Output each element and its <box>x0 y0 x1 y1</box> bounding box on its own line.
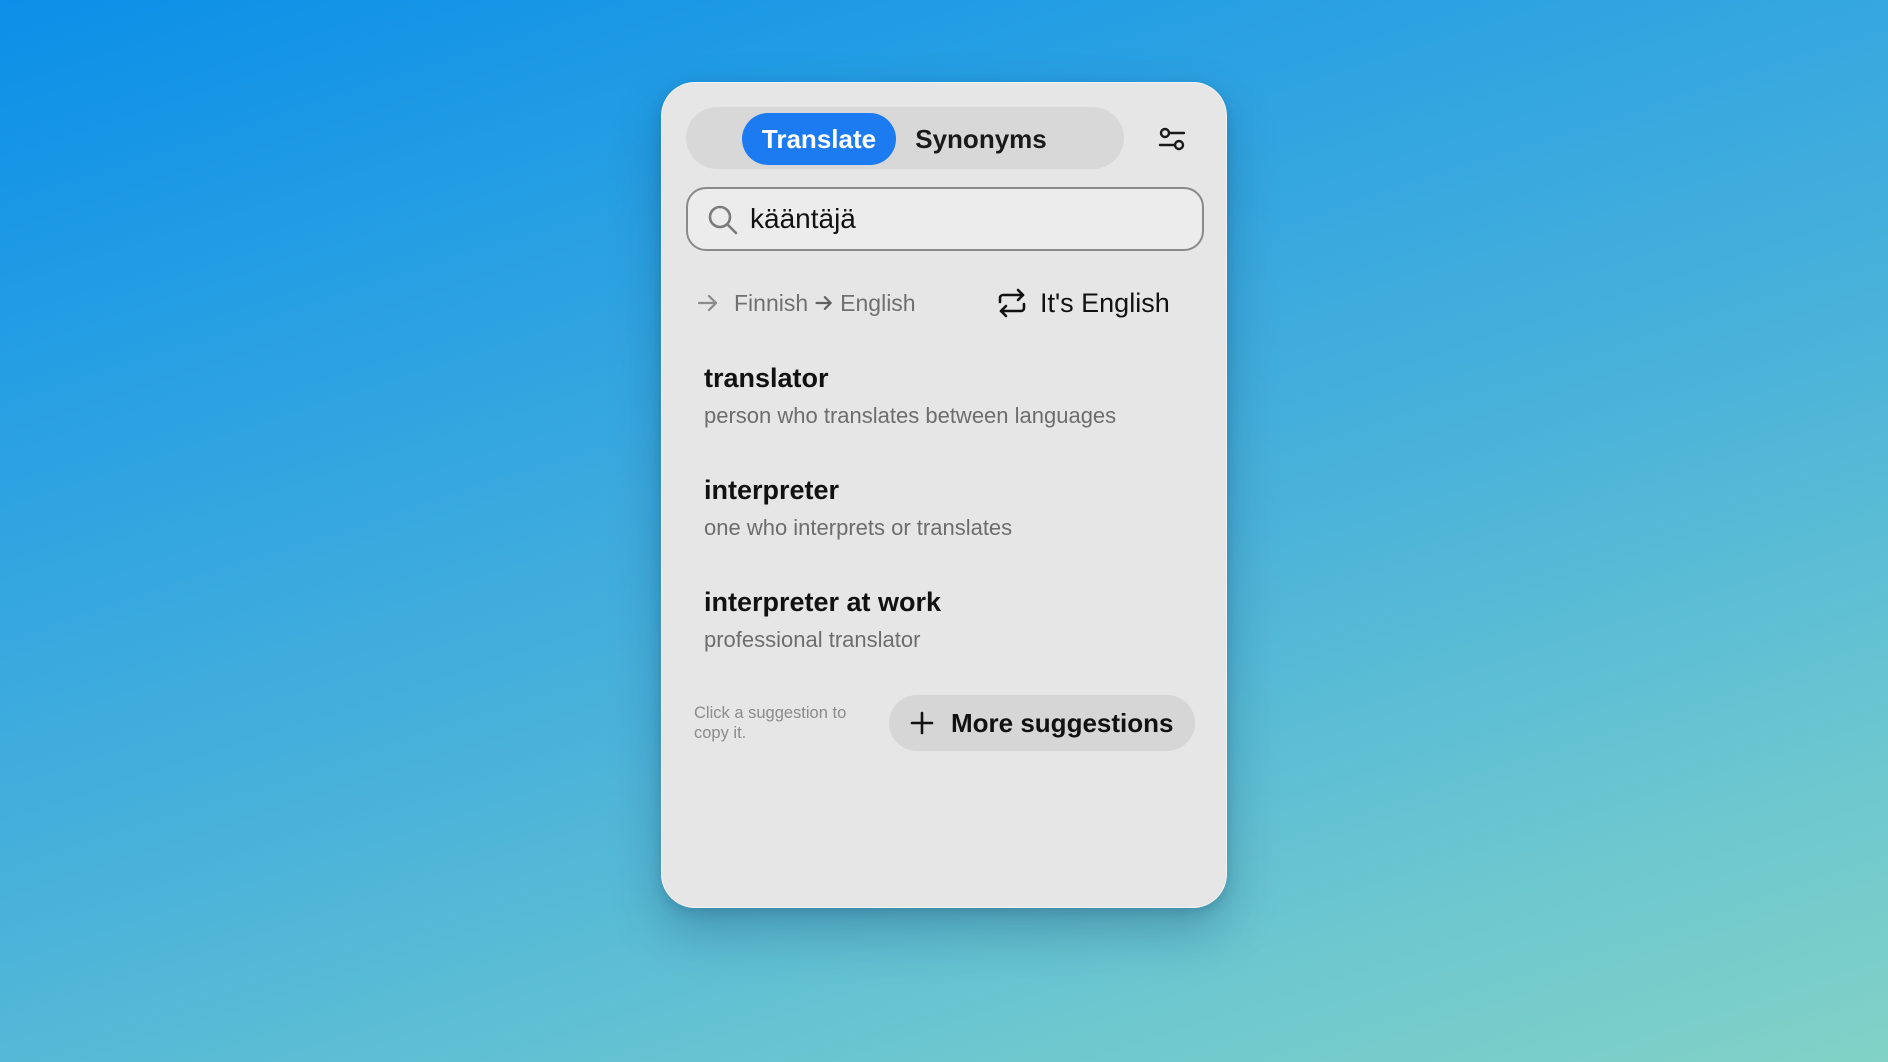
sliders-icon <box>1158 127 1186 151</box>
more-suggestions-label: More suggestions <box>951 707 1174 738</box>
plus-icon <box>910 711 934 735</box>
suggestion-description: one who interprets or translates <box>704 515 1013 540</box>
swap-language-button[interactable]: It's English <box>996 281 1170 325</box>
suggestion-item[interactable]: translator person who translates between… <box>688 355 1202 449</box>
suggestion-item[interactable]: interpreter one who interprets or transl… <box>688 467 1202 561</box>
search-field <box>686 187 1204 251</box>
suggestion-description: professional translator <box>704 627 921 652</box>
swap-icon <box>998 288 1026 318</box>
suggestion-word: interpreter <box>704 475 840 505</box>
search-input[interactable] <box>750 197 1180 241</box>
tab-synonyms[interactable]: Synonyms <box>906 113 1056 165</box>
tab-translate[interactable]: Translate <box>742 113 896 165</box>
language-direction: Finnish English <box>696 283 916 323</box>
arrow-right-icon <box>697 294 718 312</box>
mode-segmented-control: Translate Synonyms <box>686 107 1124 169</box>
settings-button[interactable] <box>1152 119 1192 159</box>
more-suggestions-button[interactable]: More suggestions <box>889 695 1195 751</box>
suggestion-item[interactable]: interpreter at work professional transla… <box>688 579 1202 673</box>
swap-language-label: It's English <box>1040 287 1170 318</box>
suggestion-word: interpreter at work <box>704 587 942 617</box>
copy-hint: Click a suggestion to copy it. <box>694 704 847 742</box>
arrow-right-icon <box>815 296 832 310</box>
suggestion-word: translator <box>704 363 829 393</box>
target-language: English <box>840 289 916 316</box>
suggestion-description: person who translates between languages <box>704 403 1117 428</box>
source-language: Finnish <box>734 289 809 316</box>
translator-panel: Translate Synonyms Finnish English <box>661 82 1227 908</box>
search-icon <box>708 205 738 235</box>
